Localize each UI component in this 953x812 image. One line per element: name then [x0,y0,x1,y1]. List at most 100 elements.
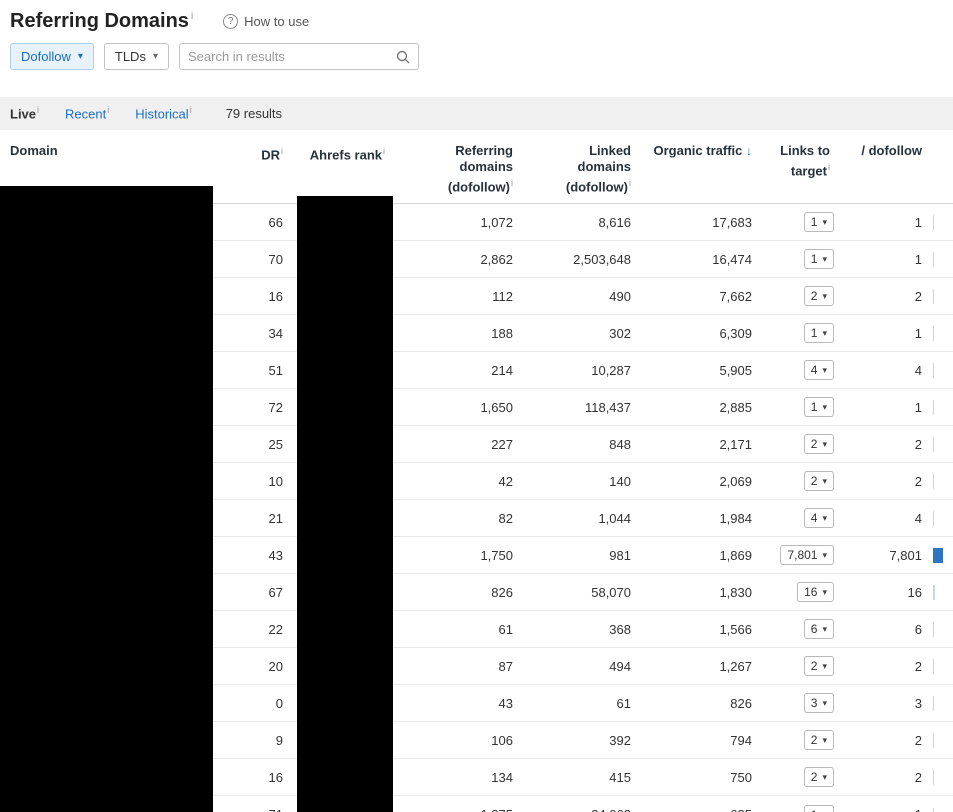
links-bar [933,696,934,712]
tab-recent[interactable]: Recenti [65,105,109,121]
links-to-target-value: 1 [811,808,818,812]
links-bar [933,400,934,416]
links-bar-cell [932,758,953,796]
links-to-target-cell: 1 ▾ [762,204,842,241]
linked-domains-cell: 1,044 [523,499,641,537]
links-bar [933,363,934,379]
links-to-target-dropdown[interactable]: 1 ▾ [803,323,834,344]
tab-recent-label: Recent [65,106,107,122]
links-bar [933,733,934,749]
tlds-filter-button[interactable]: TLDs ▾ [103,43,169,70]
links-to-target-dropdown[interactable]: 3 ▾ [803,693,834,714]
dofollow-cell: 2 [842,721,932,759]
search-input[interactable] [179,44,388,69]
page-title: Referring Domains i [10,10,193,33]
links-to-target-value: 2 [810,659,818,674]
referring-domains-cell: 214 [395,351,523,389]
links-bar [933,659,934,675]
links-to-target-dropdown[interactable]: 2 ▾ [803,767,834,788]
dr-cell: 43 [213,536,293,574]
links-to-target-dropdown[interactable]: 2 ▾ [803,656,834,677]
links-to-target-value: 1 [810,215,818,230]
links-to-target-value: 6 [810,622,818,637]
dr-cell: 72 [213,388,293,426]
column-header-dofollow-ratio[interactable]: / dofollow [842,137,932,205]
caret-down-icon: ▾ [822,253,827,264]
links-to-target-dropdown[interactable]: 2 ▾ [803,286,834,307]
organic-traffic-cell: 5,905 [641,351,762,389]
dofollow-cell: 2 [842,462,932,500]
links-to-target-dropdown[interactable]: 7,801 ▾ [780,545,834,566]
links-to-target-dropdown[interactable]: 1 ▾ [803,249,834,270]
linked-domains-cell: 981 [523,536,641,574]
referring-domains-cell: 1,650 [395,388,523,426]
linked-domains-cell: 118,437 [523,388,641,426]
caret-down-icon: ▾ [822,438,827,449]
links-to-target-dropdown[interactable]: 1 ▾ [803,804,834,812]
links-to-target-cell: 4 ▾ [762,351,842,389]
column-header-ahrefs-rank[interactable]: Ahrefs ranki [293,137,395,205]
referring-domains-cell: 1,875 [395,795,523,812]
how-to-use-link[interactable]: ? How to use [223,14,309,29]
links-bar [933,289,934,305]
links-to-target-dropdown[interactable]: 1 ▾ [803,212,834,233]
search-submit-button[interactable] [388,44,418,69]
referring-domains-cell: 134 [395,758,523,796]
info-superscript-icon: i [511,178,513,188]
links-to-target-dropdown[interactable]: 4 ▾ [803,360,834,381]
referring-domains-cell: 1,750 [395,536,523,574]
referring-domains-cell: 82 [395,499,523,537]
links-to-target-cell: 2 ▾ [762,721,842,759]
organic-traffic-cell: 794 [641,721,762,759]
dofollow-cell: 6 [842,610,932,648]
links-bar-cell [932,240,953,278]
links-bar [933,622,934,638]
dr-cell: 22 [213,610,293,648]
tab-live[interactable]: Livei [10,105,39,121]
referring-domains-page: Referring Domains i ? How to use Dofollow… [0,0,953,812]
links-to-target-dropdown[interactable]: 16 ▾ [797,582,834,603]
links-to-target-cell: 2 ▾ [762,425,842,463]
links-to-target-cell: 1 ▾ [762,388,842,426]
dofollow-cell: 1 [842,240,932,278]
links-to-target-dropdown[interactable]: 4 ▾ [803,508,834,529]
column-header-organic-traffic[interactable]: Organic traffic ↓ [641,137,762,205]
dofollow-cell: 1 [842,795,932,812]
dofollow-filter-button[interactable]: Dofollow ▾ [10,43,94,70]
dofollow-filter-label: Dofollow [21,49,71,64]
dr-cell: 71 [213,795,293,812]
links-to-target-dropdown[interactable]: 2 ▾ [803,471,834,492]
caret-down-icon: ▾ [822,660,827,671]
links-to-target-dropdown[interactable]: 2 ▾ [803,434,834,455]
links-to-target-dropdown[interactable]: 1 ▾ [803,397,834,418]
column-header-linked-domains[interactable]: Linked domains (dofollow)i [523,137,641,205]
links-to-target-dropdown[interactable]: 6 ▾ [803,619,834,640]
organic-traffic-cell: 6,309 [641,314,762,352]
dr-cell: 21 [213,499,293,537]
referring-domains-cell: 1,072 [480,214,513,230]
domain-redaction-overlay [0,186,213,812]
column-header-referring-domains[interactable]: Referring domains (dofollow)i [395,137,523,205]
info-superscript-icon: i [383,146,385,156]
tab-historical[interactable]: Historicali [135,105,191,121]
links-bar [933,474,934,490]
caret-down-icon: ▾ [822,290,827,301]
dr-cell: 16 [213,758,293,796]
linked-domains-cell: 368 [523,610,641,648]
column-header-links-to-target[interactable]: Links to targeti [762,137,842,205]
organic-traffic-cell: 1,566 [641,610,762,648]
links-to-target-dropdown[interactable]: 2 ▾ [803,730,834,751]
links-bar [933,548,943,564]
info-superscript-icon: i [281,146,283,156]
column-header-referring-domains-line2: (dofollow) [447,179,510,195]
links-to-target-cell: 2 ▾ [762,758,842,796]
caret-down-icon: ▾ [152,50,158,62]
links-to-target-value: 1 [810,252,818,267]
tab-bar: Livei Recenti Historicali 79 results [0,97,953,130]
links-to-target-value: 3 [810,696,818,711]
dr-cell: 25 [213,425,293,463]
column-header-links-line1: Links to [780,143,830,158]
info-superscript-icon: i [37,105,40,116]
links-bar-cell [932,573,953,611]
column-header-dr[interactable]: DRi [213,137,293,205]
